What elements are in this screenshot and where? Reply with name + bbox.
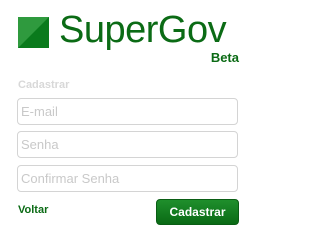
register-button[interactable]: Cadastrar (156, 199, 239, 225)
section-title: Cadastrar (18, 79, 70, 91)
back-link[interactable]: Voltar (18, 204, 48, 216)
email-field[interactable] (17, 98, 238, 125)
logo-icon-shade (18, 17, 49, 48)
confirm-password-field[interactable] (17, 165, 238, 192)
logo-icon (18, 17, 49, 48)
password-field[interactable] (17, 131, 238, 158)
beta-badge: Beta (210, 50, 239, 65)
brand-name: SuperGov (59, 9, 227, 51)
